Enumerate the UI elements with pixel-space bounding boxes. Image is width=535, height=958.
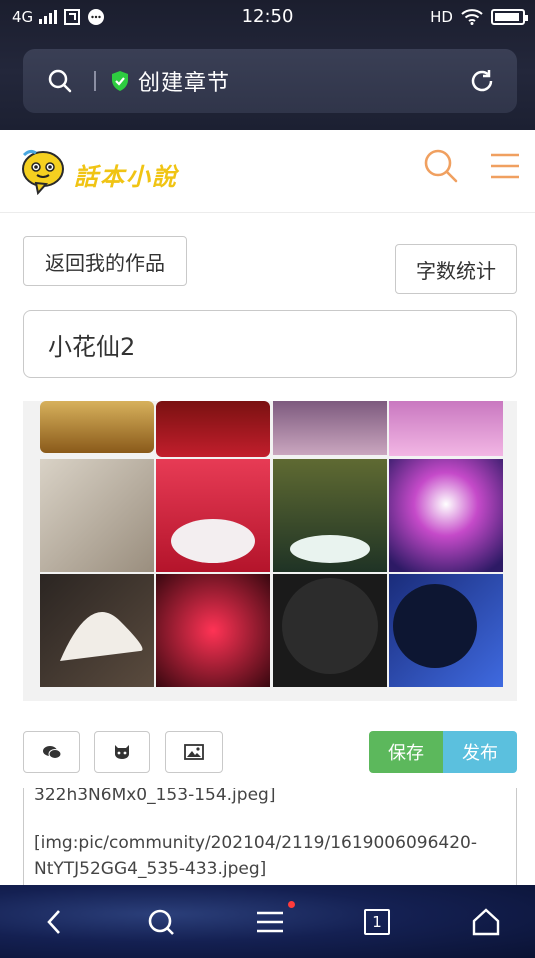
insert-image-button[interactable]	[165, 731, 223, 773]
search-icon[interactable]	[146, 907, 176, 937]
url-bar[interactable]: 创建章节	[23, 49, 517, 113]
comment-button[interactable]	[23, 731, 80, 773]
chapter-image	[23, 401, 517, 701]
github-icon	[115, 745, 129, 759]
save-button[interactable]: 保存	[369, 731, 443, 773]
logo-text: 話本小說	[74, 162, 178, 191]
browser-chrome: 4G 12:50 HD 创建章节	[0, 0, 535, 130]
menu-notification-dot	[288, 901, 295, 908]
status-bar: 4G 12:50 HD	[0, 0, 535, 36]
publish-button[interactable]: 发布	[443, 731, 517, 773]
chapter-content-editor[interactable]: 322h3N6Mx0_153-154.jpeg] [img:pic/commun…	[23, 788, 517, 898]
tabs-icon[interactable]: 1	[364, 909, 390, 935]
browser-bottom-nav: 1	[0, 885, 535, 958]
hd-label: HD	[430, 8, 453, 26]
search-icon[interactable]	[48, 69, 72, 93]
home-icon[interactable]	[471, 907, 501, 937]
header-menu-icon[interactable]	[489, 152, 521, 180]
site-logo[interactable]: 話本小說	[18, 147, 188, 195]
github-button[interactable]	[94, 731, 150, 773]
url-page-title: 创建章节	[138, 71, 231, 96]
header-search-icon[interactable]	[423, 148, 459, 184]
screen: 4G 12:50 HD 创建章节 話本小說 返回我的作品 字数统计 小花仙2 保…	[0, 0, 535, 958]
comment-icon	[42, 746, 61, 759]
editor-line: NtYTJ52GG4_535-433.jpeg]	[34, 859, 267, 879]
tab-count: 1	[372, 913, 382, 931]
wifi-icon	[461, 9, 483, 25]
battery-icon	[491, 9, 528, 25]
room-photo-collage	[40, 401, 503, 687]
reload-icon[interactable]	[469, 68, 495, 94]
editor-line: 322h3N6Mx0_153-154.jpeg]	[34, 788, 276, 805]
menu-icon[interactable]	[255, 907, 285, 937]
logo-mascot-icon	[22, 149, 64, 195]
image-icon	[184, 744, 204, 760]
back-arrow-icon[interactable]	[40, 907, 70, 937]
back-to-my-works-button[interactable]: 返回我的作品	[23, 236, 187, 286]
shield-check-icon	[112, 71, 128, 91]
url-separator	[94, 71, 96, 91]
chapter-title-input[interactable]: 小花仙2	[23, 310, 517, 378]
editor-line: [img:pic/community/202104/2119/161900609…	[34, 833, 477, 853]
word-count-button[interactable]: 字数统计	[395, 244, 517, 294]
